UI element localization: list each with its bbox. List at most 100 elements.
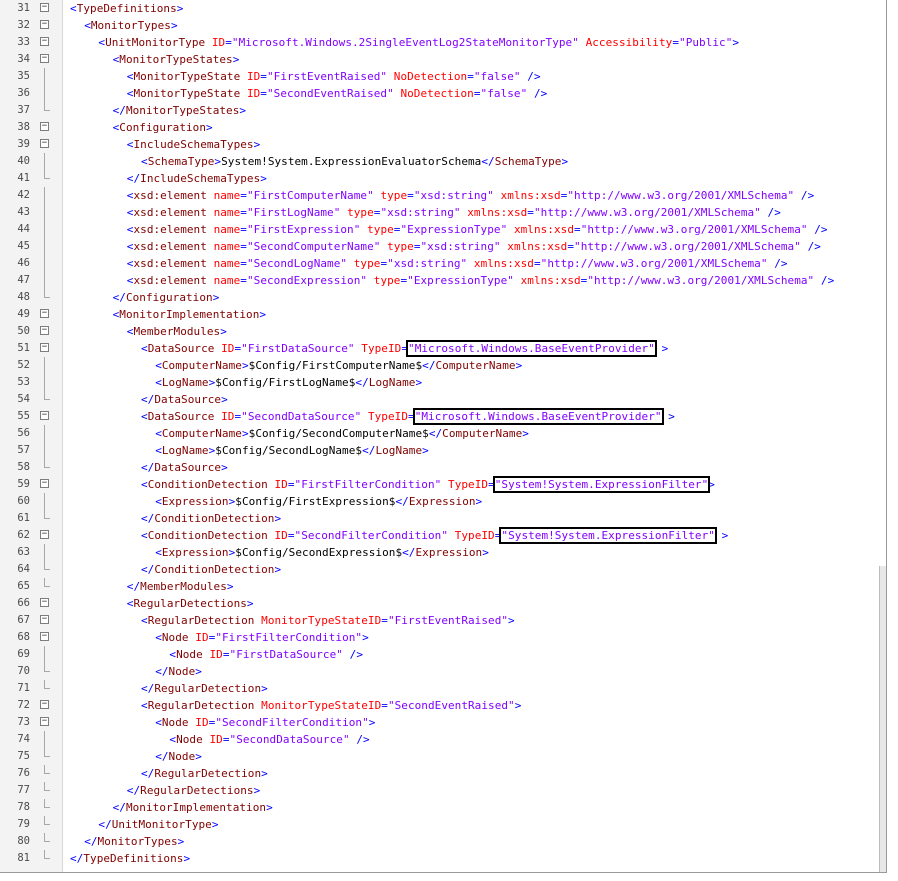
code-line[interactable]: 41 </IncludeSchemaTypes> <box>0 170 880 187</box>
code-line[interactable]: 59− <ConditionDetection ID="FirstFilterCo… <box>0 476 880 493</box>
collapse-toggle-icon[interactable]: − <box>40 700 49 709</box>
code-line[interactable]: 36 <MonitorTypeState ID="SecondEventRaise… <box>0 85 880 102</box>
code-line[interactable]: 66 − <RegularDetections> <box>0 595 880 612</box>
xml-bracket: </ <box>141 767 155 780</box>
collapse-toggle-icon[interactable]: − <box>40 37 49 46</box>
line-number: 53 <box>17 376 30 388</box>
code-line[interactable]: 35 <MonitorTypeState ID="FirstEventRaised… <box>0 68 880 85</box>
xml-bracket: < <box>84 19 91 32</box>
xml-tag-name: RegularDetection <box>154 767 262 780</box>
xml-attribute-name: TypeID <box>454 529 495 542</box>
code-line[interactable]: 61 </ConditionDetection> <box>0 510 880 527</box>
code-line[interactable]: 48 </Configuration> <box>0 289 880 306</box>
line-number: 39 <box>17 138 30 150</box>
line-number: 65 <box>17 580 30 592</box>
code-line[interactable]: 73 − <Node ID="SecondFilterCondition"> <box>0 714 880 731</box>
fold-guide-line <box>44 204 45 221</box>
code-line[interactable]: 43 <xsd:element name="FirstLogName" type=… <box>0 204 880 221</box>
code-text: <xsd:element name="SecondLogName" type="… <box>127 255 788 272</box>
collapse-toggle-icon[interactable]: − <box>40 122 49 131</box>
code-line[interactable]: 69 <Node ID="FirstDataSource" /> <box>0 646 880 663</box>
code-line[interactable]: 50 − <MemberModules> <box>0 323 880 340</box>
code-line[interactable]: 54 </DataSource> <box>0 391 880 408</box>
code-line[interactable]: 53 <LogName>$Config/FirstLogName$</LogNam… <box>0 374 880 391</box>
xml-text <box>207 223 214 236</box>
collapse-toggle-icon[interactable]: − <box>40 530 49 539</box>
code-line[interactable]: 32 − <MonitorTypes> <box>0 17 880 34</box>
code-line[interactable]: 64 </ConditionDetection> <box>0 561 880 578</box>
code-line[interactable]: 75 </Node> <box>0 748 880 765</box>
xml-bracket: = <box>260 70 267 83</box>
code-line[interactable]: 42 <xsd:element name="FirstComputerName" … <box>0 187 880 204</box>
code-line[interactable]: 58 </DataSource> <box>0 459 880 476</box>
collapse-toggle-icon[interactable]: − <box>40 343 49 352</box>
code-line[interactable]: 56 <ComputerName>$Config/SecondComputerNa… <box>0 425 880 442</box>
xml-tag-name: IncludeSchemaTypes <box>140 172 261 185</box>
line-number: 47 <box>17 274 30 286</box>
code-line[interactable]: 37 </MonitorTypeStates> <box>0 102 880 119</box>
code-line[interactable]: 38 − <Configuration> <box>0 119 880 136</box>
code-line[interactable]: 45 <xsd:element name="SecondComputerName"… <box>0 238 880 255</box>
code-line[interactable]: 68 − <Node ID="FirstFilterCondition"> <box>0 629 880 646</box>
code-line[interactable]: 80 </MonitorTypes> <box>0 833 880 850</box>
code-line[interactable]: 49 − <MonitorImplementation> <box>0 306 880 323</box>
collapse-toggle-icon[interactable]: − <box>40 411 49 420</box>
line-number: 64 <box>17 563 30 575</box>
code-line[interactable]: 60 <Expression>$Config/FirstExpression$</… <box>0 493 880 510</box>
code-line[interactable]: 78 </MonitorImplementation> <box>0 799 880 816</box>
code-line[interactable]: 51 − <DataSource ID = "FirstDataSource" Type… <box>0 340 880 357</box>
xml-text <box>207 274 214 287</box>
xml-tag-name: Expression <box>408 495 476 508</box>
xml-attribute-value: "FirstEventRaised" <box>266 70 388 83</box>
fold-end-marker <box>44 178 50 179</box>
xml-bracket: /> <box>774 257 788 270</box>
collapse-toggle-icon[interactable]: − <box>40 309 49 318</box>
code-line[interactable]: 63 <Expression>$Config/SecondExpression$<… <box>0 544 880 561</box>
code-line[interactable]: 71 </RegularDetection> <box>0 680 880 697</box>
code-line[interactable]: 74 <Node ID="SecondDataSource" /> <box>0 731 880 748</box>
code-line[interactable]: 81 </TypeDefinitions> <box>0 850 880 867</box>
code-line[interactable]: 33 − <UnitMonitorType ID="Microsoft.Window… <box>0 34 880 51</box>
collapse-toggle-icon[interactable]: − <box>40 615 49 624</box>
code-line[interactable]: 39 − <IncludeSchemaTypes> <box>0 136 880 153</box>
collapse-toggle-icon[interactable]: − <box>40 598 49 607</box>
code-line[interactable]: 67 − <RegularDetection MonitorTypeStateID=… <box>0 612 880 629</box>
code-line[interactable]: 34 − <MonitorTypeStates> <box>0 51 880 68</box>
code-line[interactable]: 57 <LogName>$Config/SecondLogName$</LogNa… <box>0 442 880 459</box>
code-line[interactable]: 79 </UnitMonitorType> <box>0 816 880 833</box>
code-line[interactable]: 72 − <RegularDetection MonitorTypeStateID=… <box>0 697 880 714</box>
xml-code-editor[interactable]: 31− <TypeDefinitions> 32− <MonitorTypes> 33−… <box>0 0 887 873</box>
xml-bracket: > <box>261 682 268 695</box>
collapse-toggle-icon[interactable]: − <box>40 3 49 12</box>
code-line[interactable]: 44 <xsd:element name="FirstExpression" ty… <box>0 221 880 238</box>
code-line[interactable]: 47 <xsd:element name="SecondExpression" t… <box>0 272 880 289</box>
code-line[interactable]: 65 </MemberModules> <box>0 578 880 595</box>
code-line[interactable]: 76 </RegularDetection> <box>0 765 880 782</box>
collapse-toggle-icon[interactable]: − <box>40 20 49 29</box>
xml-tag-name: MemberModules <box>133 325 221 338</box>
xml-bracket: > <box>274 512 282 525</box>
vertical-scrollbar[interactable] <box>879 566 886 872</box>
code-line[interactable]: 70 </Node> <box>0 663 880 680</box>
collapse-toggle-icon[interactable]: − <box>40 139 49 148</box>
line-number: 74 <box>17 733 30 745</box>
xml-attribute-value: "http://www.w3.org/2001/XMLSchema" <box>533 206 761 219</box>
code-line[interactable]: 31 − <TypeDefinitions> <box>0 0 880 17</box>
collapse-toggle-icon[interactable]: − <box>40 717 49 726</box>
fold-guide-line <box>44 187 45 204</box>
xml-attribute-name: MonitorTypeStateID <box>261 699 382 712</box>
code-line[interactable]: 52 <ComputerName>$Config/FirstComputerNam… <box>0 357 880 374</box>
code-line[interactable]: 55 − <DataSource ID = "SecondDataSource" Typ… <box>0 408 880 425</box>
collapse-toggle-icon[interactable]: − <box>40 632 49 641</box>
code-line[interactable]: 62 − <ConditionDetection ID="SecondFilterC… <box>0 527 880 544</box>
collapse-toggle-icon[interactable]: − <box>40 479 49 488</box>
code-line[interactable]: 46 <xsd:element name="SecondLogName" type… <box>0 255 880 272</box>
xml-bracket: > <box>522 427 529 440</box>
code-text: <RegularDetections> <box>127 595 254 612</box>
line-number: 72 <box>17 699 30 711</box>
xml-bracket: < <box>155 444 162 457</box>
code-line[interactable]: 77 </RegularDetections> <box>0 782 880 799</box>
collapse-toggle-icon[interactable]: − <box>40 326 49 335</box>
code-line[interactable]: 40 <SchemaType>System!System.ExpressionEv… <box>0 153 880 170</box>
collapse-toggle-icon[interactable]: − <box>40 54 49 63</box>
